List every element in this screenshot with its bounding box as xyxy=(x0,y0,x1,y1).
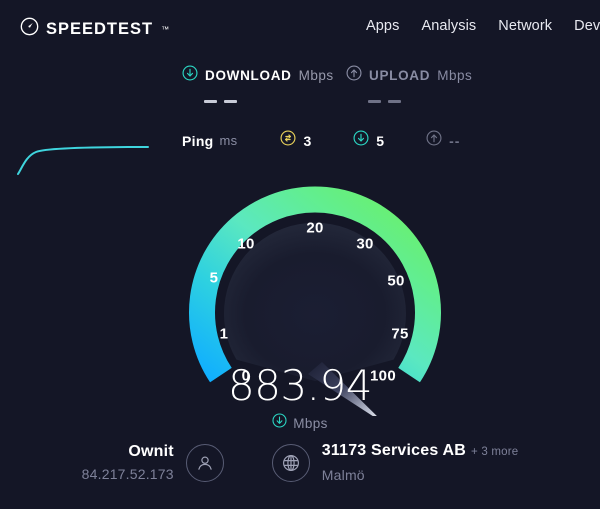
value-placeholder-dash xyxy=(224,100,237,103)
logo-text: SPEEDTEST xyxy=(46,19,154,38)
speedometer-icon xyxy=(20,17,39,41)
value-placeholder-dash xyxy=(368,100,381,103)
server-name-row: 31173 Services AB + 3 more xyxy=(322,440,519,463)
speedtest-logo[interactable]: SPEEDTEST ™ xyxy=(20,17,169,41)
value-placeholder-dash xyxy=(204,100,217,103)
server-more-count[interactable]: + 3 more xyxy=(471,446,518,458)
isp-ip-address: 84.217.52.173 xyxy=(81,466,174,482)
upload-arrow-circle-icon xyxy=(346,64,362,86)
upload-label: UPLOAD xyxy=(369,67,431,83)
server-info[interactable]: 31173 Services AB + 3 more Malmö xyxy=(271,440,519,485)
person-circle-icon xyxy=(185,443,224,482)
download-arrow-circle-icon xyxy=(272,413,287,433)
server-name: 31173 Services AB xyxy=(321,442,467,459)
isp-info[interactable]: Ownit 84.217.52.173 xyxy=(82,440,224,485)
main-navigation: Apps Analysis Network Deve xyxy=(366,18,600,34)
speed-history-graph xyxy=(0,130,160,185)
upload-metric[interactable]: UPLOAD Mbps xyxy=(346,64,472,103)
speed-readout: 883.94 Mbps xyxy=(0,362,600,433)
ping-label: Ping xyxy=(182,132,214,149)
ping-idle-stat: 3 xyxy=(280,130,311,151)
download-unit: Mbps xyxy=(298,67,334,83)
speed-value: 883.94 xyxy=(228,361,372,410)
ping-upload-value: -- xyxy=(449,132,461,149)
logo-trademark: ™ xyxy=(161,24,170,34)
nav-item-network[interactable]: Network xyxy=(498,18,552,34)
server-location: Malmö xyxy=(321,467,365,483)
download-arrow-circle-icon xyxy=(182,64,198,86)
ping-download-stat: 5 xyxy=(353,130,384,151)
download-label: DOWNLOAD xyxy=(205,67,292,83)
connection-info: Ownit 84.217.52.173 31173 Services AB + 3… xyxy=(0,440,600,485)
upload-unit: Mbps xyxy=(437,67,473,83)
nav-item-analysis[interactable]: Analysis xyxy=(421,18,476,34)
ping-unit: ms xyxy=(219,133,238,148)
nav-item-developers[interactable]: Deve xyxy=(574,18,600,34)
value-placeholder-dash xyxy=(388,100,401,103)
download-value xyxy=(204,100,346,103)
upload-value xyxy=(368,100,472,103)
upload-arrow-circle-icon xyxy=(426,130,442,151)
ping-download-value: 5 xyxy=(376,132,385,149)
ping-upload-stat: -- xyxy=(426,130,460,151)
download-arrow-circle-icon xyxy=(353,130,369,151)
result-metrics: DOWNLOAD Mbps UPLOAD Mbps xyxy=(182,64,600,103)
ping-idle-value: 3 xyxy=(303,132,312,149)
speed-unit: Mbps xyxy=(293,415,328,431)
globe-circle-icon xyxy=(271,443,310,482)
download-metric[interactable]: DOWNLOAD Mbps xyxy=(182,64,346,103)
bidirectional-arrows-circle-icon xyxy=(280,130,296,151)
speed-unit-row: Mbps xyxy=(0,413,600,433)
isp-name: Ownit xyxy=(128,443,174,460)
ping-row: Ping ms 3 5 -- xyxy=(182,130,460,151)
nav-item-apps[interactable]: Apps xyxy=(366,18,399,34)
app-header: SPEEDTEST ™ Apps Analysis Network Deve xyxy=(0,0,600,58)
